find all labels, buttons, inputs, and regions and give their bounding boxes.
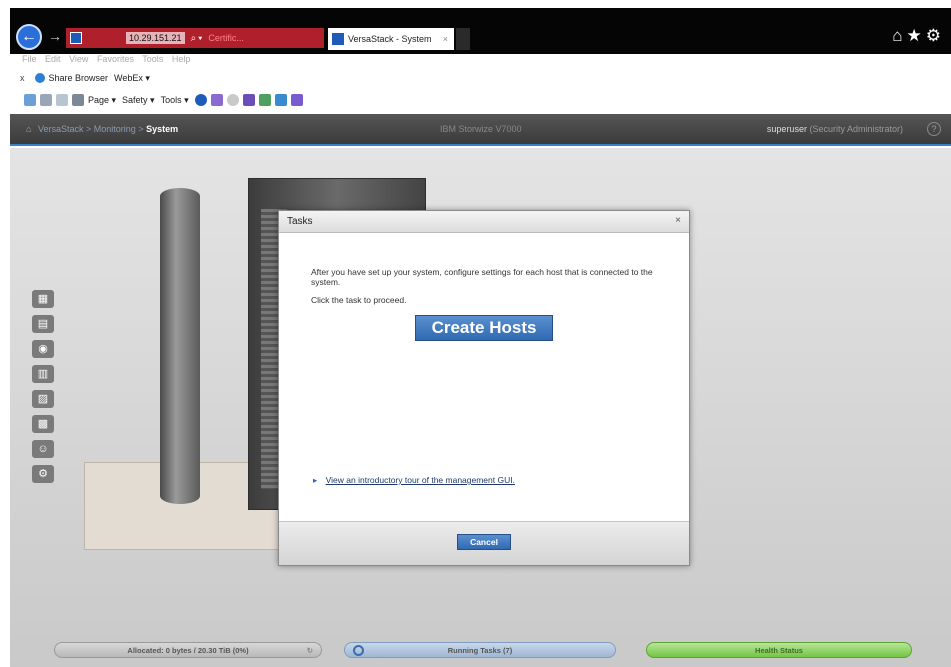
dialog-description: After you have set up your system, confi… <box>311 267 653 287</box>
create-hosts-button[interactable]: Create Hosts <box>415 315 553 341</box>
mail-icon[interactable] <box>56 94 68 106</box>
menu-file[interactable]: File <box>22 54 37 64</box>
menu-help[interactable]: Help <box>172 54 191 64</box>
app-header: ⌂ VersaStack > Monitoring > System IBM S… <box>10 114 951 146</box>
clock-icon <box>353 645 364 656</box>
health-status-bar[interactable]: Health Status <box>646 642 912 658</box>
dialog-header: Tasks × <box>279 211 689 233</box>
health-status-text: Health Status <box>755 646 803 655</box>
safety-menu[interactable]: Safety ▾ <box>122 95 155 106</box>
user-role: (Security Administrator) <box>809 124 903 134</box>
tasks-dialog: Tasks × After you have set up your syste… <box>278 210 690 566</box>
hosts-icon[interactable]: ▥ <box>32 365 54 383</box>
running-tasks-text: Running Tasks (7) <box>447 646 513 655</box>
allocated-text: Allocated: 0 bytes / 20.30 TiB (0%) <box>127 646 249 655</box>
tour-link[interactable]: View an introductory tour of the managem… <box>326 475 515 485</box>
breadcrumb: ⌂ VersaStack > Monitoring > System <box>26 124 178 134</box>
volumes-icon[interactable]: ◉ <box>32 340 54 358</box>
users-icon[interactable]: ☺ <box>32 440 54 458</box>
home-star-gear-icons[interactable]: ⌂★⚙ <box>892 26 945 46</box>
function-icons-nav: ▦ ▤ ◉ ▥ ▨ ▩ ☺ ⚙ <box>32 290 58 490</box>
extension-icon[interactable] <box>226 94 239 106</box>
home-icon[interactable]: ⌂ <box>26 124 31 134</box>
webex-menu[interactable]: WebEx ▾ <box>114 73 150 84</box>
share-browser-link[interactable]: Share Browser <box>49 73 109 83</box>
help-icon[interactable]: ? <box>927 122 941 136</box>
certificate-error[interactable]: Certific... <box>208 33 244 43</box>
help-toolbar-icon[interactable] <box>194 94 207 106</box>
forward-arrow-icon[interactable]: → <box>48 28 62 44</box>
dialog-title: Tasks <box>287 216 313 227</box>
home-toolbar-icon[interactable] <box>24 94 36 106</box>
tools-menu[interactable]: Tools ▾ <box>161 95 189 106</box>
menu-favorites[interactable]: Favorites <box>97 54 134 64</box>
dialog-instruction: Click the task to proceed. <box>311 295 407 305</box>
menu-view[interactable]: View <box>69 54 88 64</box>
onenote-icon[interactable] <box>210 94 223 106</box>
cancel-button[interactable]: Cancel <box>457 534 511 550</box>
favorites-bar: x Share Browser WebEx ▾ <box>10 70 951 86</box>
breadcrumb-monitoring[interactable]: Monitoring <box>94 124 136 134</box>
tab-title: VersaStack - System <box>348 34 432 44</box>
expand-icon[interactable]: ↻ <box>307 643 313 659</box>
menu-edit[interactable]: Edit <box>45 54 61 64</box>
running-tasks-bar[interactable]: Running Tasks (7) <box>344 642 616 658</box>
new-tab-button[interactable] <box>456 28 470 50</box>
allocated-status-bar[interactable]: Allocated: 0 bytes / 20.30 TiB (0%) ↻ <box>54 642 322 658</box>
pools-icon[interactable]: ▤ <box>32 315 54 333</box>
send-icon[interactable] <box>274 94 287 106</box>
monitoring-icon[interactable]: ▦ <box>32 290 54 308</box>
username: superuser <box>766 124 807 134</box>
back-arrow-icon[interactable]: ← <box>16 24 42 50</box>
copy-services-icon[interactable]: ▨ <box>32 390 54 408</box>
address-bar[interactable]: 10.29.151.21 ⌕▾ Certific... <box>66 28 324 48</box>
storage-pillar[interactable] <box>160 188 200 504</box>
breadcrumb-separator: > <box>86 124 94 134</box>
browser-titlebar: ← → 10.29.151.21 ⌕▾ Certific... VersaSta… <box>10 8 951 54</box>
blog-icon[interactable] <box>290 94 303 106</box>
command-bar: Page ▾ Safety ▾ Tools ▾ <box>10 90 951 110</box>
breadcrumb-separator: > <box>138 124 147 134</box>
close-favbar-icon[interactable]: x <box>20 73 25 83</box>
system-view-canvas: ▦ ▤ ◉ ▥ ▨ ▩ ☺ ⚙ Tasks × After you have s… <box>10 148 951 667</box>
close-icon[interactable]: × <box>675 215 681 226</box>
settings-icon[interactable]: ⚙ <box>32 465 54 483</box>
browser-tab[interactable]: VersaStack - System × <box>328 28 454 50</box>
tab-favicon-icon <box>332 33 344 45</box>
access-icon[interactable]: ▩ <box>32 415 54 433</box>
page-menu[interactable]: Page ▾ <box>88 95 116 106</box>
breadcrumb-versastack[interactable]: VersaStack <box>38 124 84 134</box>
search-icon[interactable]: ⌕▾ <box>191 33 205 44</box>
product-name: IBM Storwize V7000 <box>440 124 522 134</box>
globe-icon <box>34 73 45 83</box>
triangle-right-icon: ▸ <box>313 475 318 485</box>
research-icon[interactable] <box>258 94 271 106</box>
address-url[interactable]: 10.29.151.21 <box>126 32 185 44</box>
dialog-footer: Cancel <box>279 521 689 565</box>
feeds-icon[interactable] <box>40 94 52 106</box>
menu-tools[interactable]: Tools <box>142 54 163 64</box>
tour-link-row[interactable]: ▸ View an introductory tour of the manag… <box>313 475 515 486</box>
site-favicon-icon <box>70 32 82 44</box>
menu-bar: File Edit View Favorites Tools Help <box>10 54 951 68</box>
print-icon[interactable] <box>72 94 84 106</box>
tab-close-icon[interactable]: × <box>443 34 448 44</box>
breadcrumb-current: System <box>146 124 179 134</box>
user-info[interactable]: superuser (Security Administrator) <box>767 124 903 134</box>
onenote-send-icon[interactable] <box>242 94 255 106</box>
